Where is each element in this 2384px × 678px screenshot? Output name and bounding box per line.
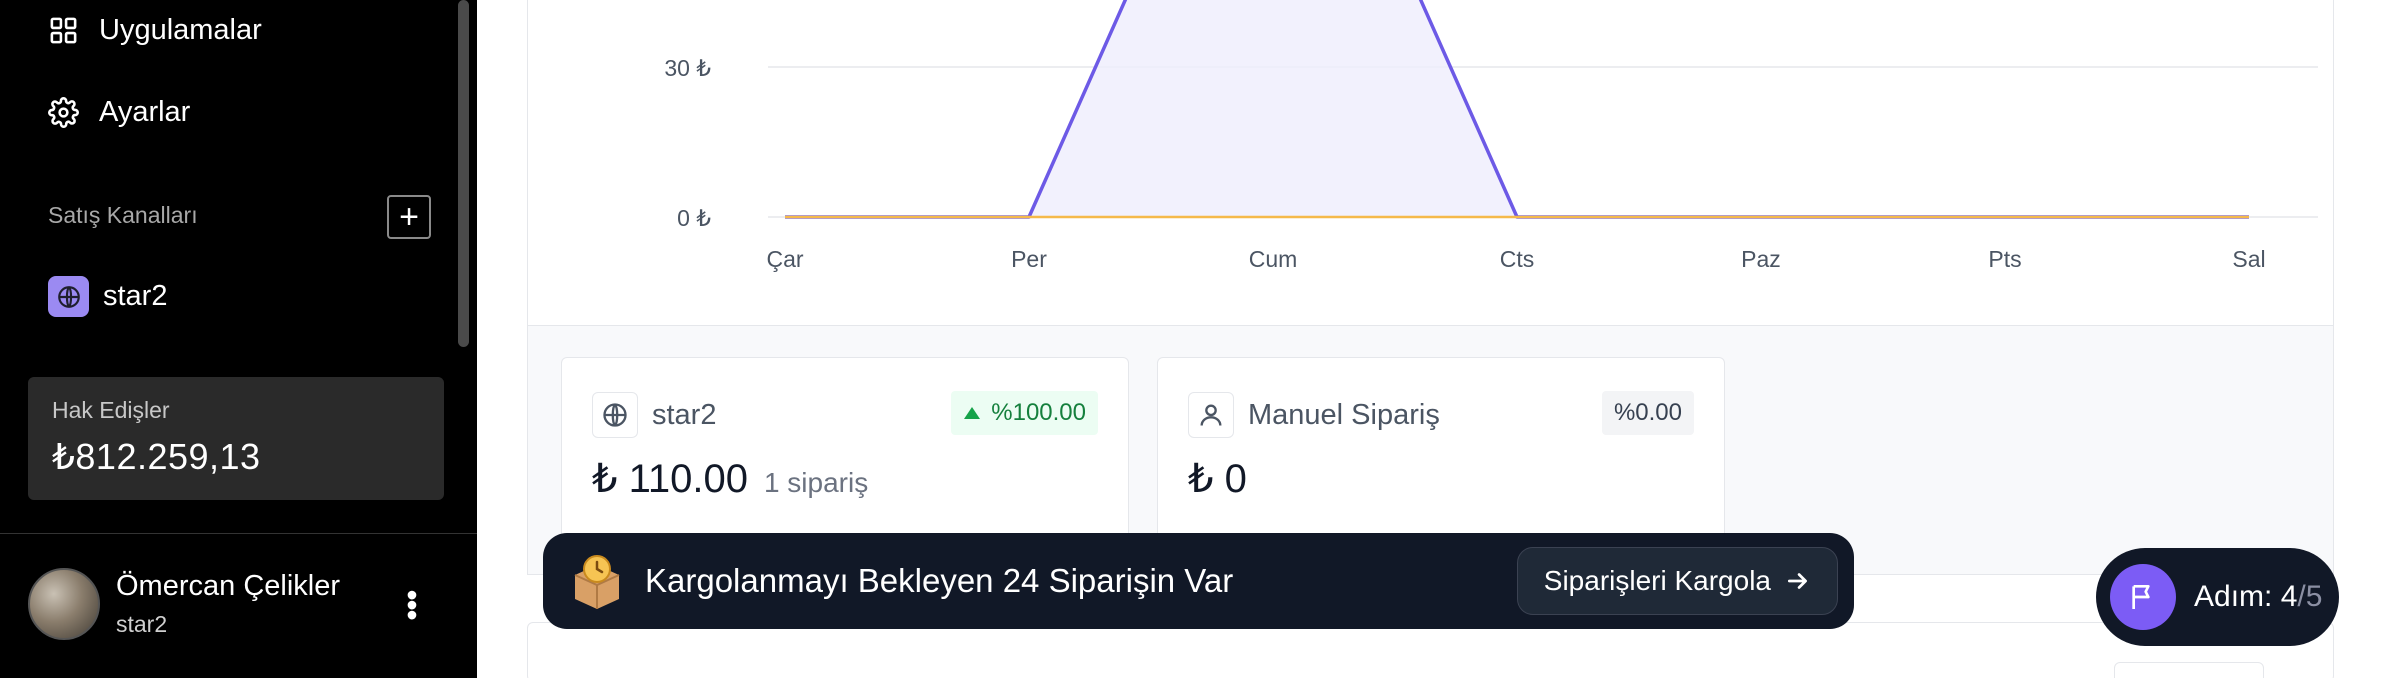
sidebar-item-channel[interactable]: star2 bbox=[48, 276, 167, 317]
x-tick-label: Cum bbox=[1249, 246, 1298, 272]
sidebar-item-settings[interactable]: Ayarlar bbox=[48, 96, 190, 129]
x-tick-label: Sal bbox=[2232, 246, 2265, 272]
balance-label: Hak Edişler bbox=[52, 397, 170, 423]
balance-value: ₺812.259,13 bbox=[52, 436, 261, 477]
sidebar-item-apps[interactable]: Uygulamalar bbox=[48, 14, 262, 47]
x-tick-label: Paz bbox=[1741, 246, 1781, 272]
growth-badge-value: %0.00 bbox=[1613, 399, 1682, 426]
globe-icon bbox=[48, 276, 89, 317]
sidebar: Uygulamalar Ayarlar Satış Kanalları + st… bbox=[0, 0, 477, 678]
triangle-up-icon bbox=[964, 407, 981, 419]
sidebar-scrollbar[interactable] bbox=[458, 0, 469, 347]
step-total: /5 bbox=[2297, 580, 2323, 613]
grid-icon bbox=[50, 17, 77, 44]
sales-channels-label: Satış Kanalları bbox=[48, 202, 198, 228]
stat-title: star2 bbox=[652, 398, 717, 431]
step-current: 4 bbox=[2280, 580, 2298, 613]
stat-order-count: 1 sipariş bbox=[763, 467, 869, 498]
flag-icon bbox=[2110, 564, 2176, 630]
step-label-text: Adım: bbox=[2194, 580, 2273, 613]
growth-badge: %100.00 bbox=[951, 391, 1098, 435]
add-channel-button[interactable]: + bbox=[387, 195, 431, 239]
package-clock-icon bbox=[574, 555, 620, 609]
sidebar-divider bbox=[0, 533, 477, 534]
banner-text: Kargolanmayı Bekleyen 24 Siparişin Var bbox=[645, 562, 1234, 599]
x-tick-label: Cts bbox=[1500, 246, 1535, 272]
sidebar-item-label: Ayarlar bbox=[99, 96, 191, 128]
y-tick-label: 30 ₺ bbox=[664, 55, 711, 81]
step-label: Adım: 4/5 bbox=[2194, 580, 2322, 614]
user-store: star2 bbox=[116, 611, 168, 637]
orders-panel-control[interactable] bbox=[2114, 662, 2264, 678]
balance-card[interactable]: Hak Edişler ₺812.259,13 bbox=[28, 377, 444, 500]
stat-amount: ₺ 110.00 bbox=[592, 457, 748, 501]
x-tick-label: Çar bbox=[766, 246, 803, 272]
growth-badge-value: %100.00 bbox=[991, 399, 1086, 426]
avatar bbox=[28, 568, 100, 640]
ship-orders-button[interactable]: Siparişleri Kargola bbox=[1516, 547, 1838, 615]
user-profile[interactable]: Ömercan Çelikler star2 bbox=[28, 568, 340, 640]
sales-chart-panel: 30 ₺ 0 ₺ Çar Per Cum Cts Paz Pts Sal bbox=[527, 0, 2334, 325]
user-name: Ömercan Çelikler bbox=[116, 570, 340, 602]
sales-chart: 30 ₺ 0 ₺ Çar Per Cum Cts Paz Pts Sal bbox=[664, 0, 2318, 272]
channel-label: star2 bbox=[103, 280, 168, 312]
user-icon bbox=[1188, 392, 1234, 438]
onboarding-step-button[interactable]: Adım: 4/5 bbox=[2096, 548, 2339, 646]
y-tick-label: 0 ₺ bbox=[677, 205, 711, 231]
series-line bbox=[785, 0, 2249, 219]
pending-shipments-banner: Kargolanmayı Bekleyen 24 Siparişin Var S… bbox=[543, 533, 1854, 629]
x-tick-label: Pts bbox=[1988, 246, 2021, 272]
stat-title: Manuel Sipariş bbox=[1248, 398, 1440, 431]
globe-icon bbox=[592, 392, 638, 438]
orders-panel bbox=[527, 622, 2334, 678]
series-area bbox=[785, 0, 2249, 217]
ship-orders-label: Siparişleri Kargola bbox=[1543, 565, 1771, 596]
more-vertical-icon[interactable]: • • • bbox=[404, 579, 420, 631]
x-tick-label: Per bbox=[1011, 246, 1047, 272]
growth-badge: %0.00 bbox=[1601, 391, 1694, 435]
arrow-right-icon bbox=[1787, 573, 1807, 589]
sidebar-item-label: Uygulamalar bbox=[99, 14, 262, 46]
stat-amount: ₺ 0 bbox=[1188, 457, 1247, 501]
plus-icon: + bbox=[399, 198, 419, 236]
gear-icon bbox=[48, 97, 79, 128]
